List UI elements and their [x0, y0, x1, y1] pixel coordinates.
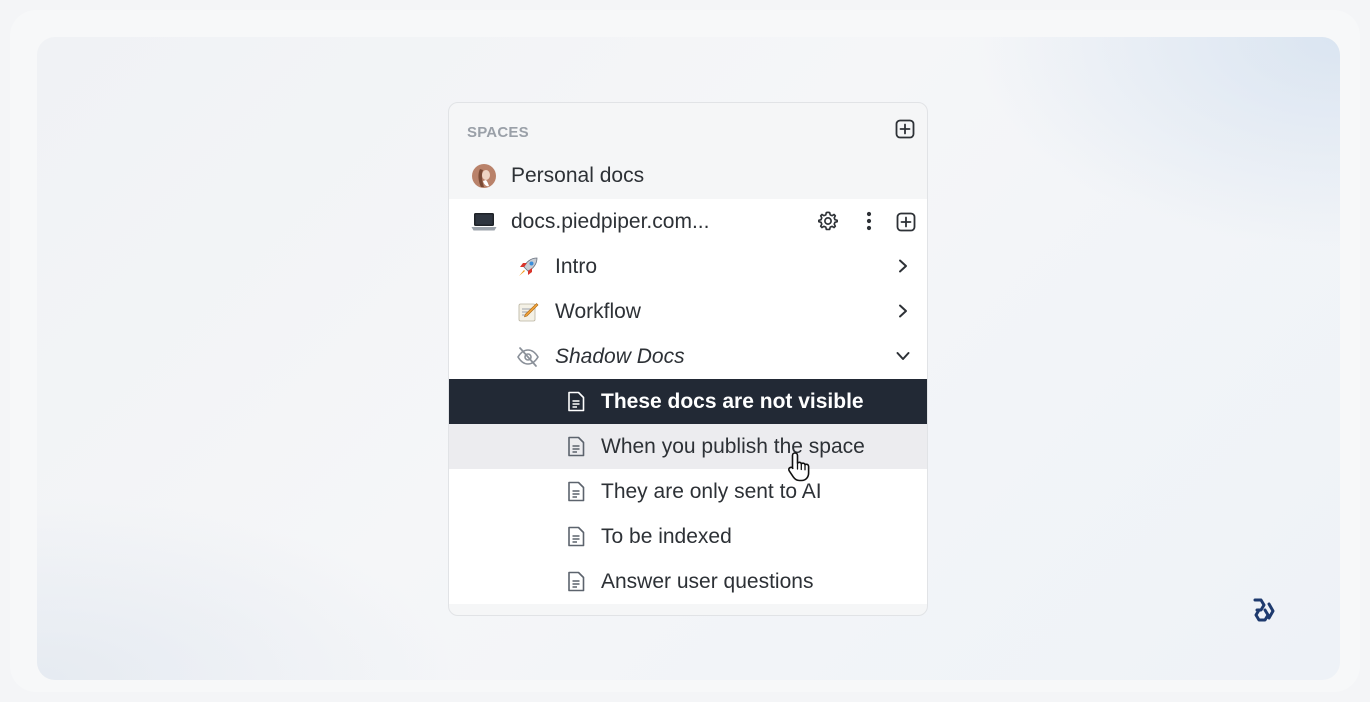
doc-item[interactable]: They are only sent to AI	[449, 469, 927, 514]
rocket-icon	[515, 254, 541, 280]
space-settings-button[interactable]	[817, 210, 839, 232]
doc-item[interactable]: To be indexed	[449, 514, 927, 559]
document-icon	[565, 481, 587, 503]
document-icon	[565, 571, 587, 593]
sidebar-item-intro[interactable]: Intro	[449, 244, 927, 289]
space-more-button[interactable]	[858, 210, 880, 232]
hand-cursor-icon	[787, 452, 810, 482]
doc-item-label: To be indexed	[601, 524, 732, 548]
chevron-right-icon[interactable]	[893, 301, 913, 321]
doc-item-label: When you publish the space	[601, 434, 865, 458]
document-icon	[565, 526, 587, 548]
sidebar-item-space[interactable]: docs.piedpiper.com...	[449, 199, 927, 244]
sidebar-item-personal-docs[interactable]: Personal docs	[449, 153, 927, 198]
sidebar-item-label: Shadow Docs	[555, 344, 685, 368]
vertical-dots-icon	[866, 211, 872, 231]
laptop-icon	[471, 209, 497, 235]
chevron-down-icon[interactable]	[893, 346, 913, 366]
sidebar-item-label: Workflow	[555, 299, 641, 323]
document-icon	[565, 436, 587, 458]
doc-item-hover[interactable]: When you publish the space	[449, 424, 927, 469]
doc-item-active[interactable]: These docs are not visible	[449, 379, 927, 424]
sidebar-item-shadow-docs[interactable]: Shadow Docs	[449, 334, 927, 379]
doc-item[interactable]: Answer user questions	[449, 559, 927, 604]
doc-item-label: These docs are not visible	[601, 389, 864, 413]
add-page-button[interactable]	[895, 211, 917, 233]
add-space-button[interactable]	[894, 118, 916, 140]
sidebar-item-label: Intro	[555, 254, 598, 278]
doc-item-label: Answer user questions	[601, 569, 814, 593]
plus-square-icon	[896, 212, 916, 232]
brand-logo-icon	[1253, 598, 1275, 622]
document-icon	[565, 391, 587, 413]
plus-square-icon	[895, 119, 915, 139]
sidebar-item-workflow[interactable]: Workflow	[449, 289, 927, 334]
memo-icon	[515, 299, 541, 325]
spaces-sidebar: SPACES Personal docs docs.piedpiper.com.…	[448, 102, 928, 616]
chevron-right-icon[interactable]	[893, 256, 913, 276]
sidebar-item-label: Personal docs	[511, 163, 645, 187]
eye-slash-icon	[515, 344, 541, 370]
avatar	[471, 163, 497, 189]
avatar-icon	[472, 163, 496, 188]
space-label: docs.piedpiper.com...	[511, 209, 710, 233]
spaces-section-title: SPACES	[467, 124, 529, 141]
spaces-header: SPACES	[449, 103, 927, 159]
gear-icon	[818, 211, 838, 231]
